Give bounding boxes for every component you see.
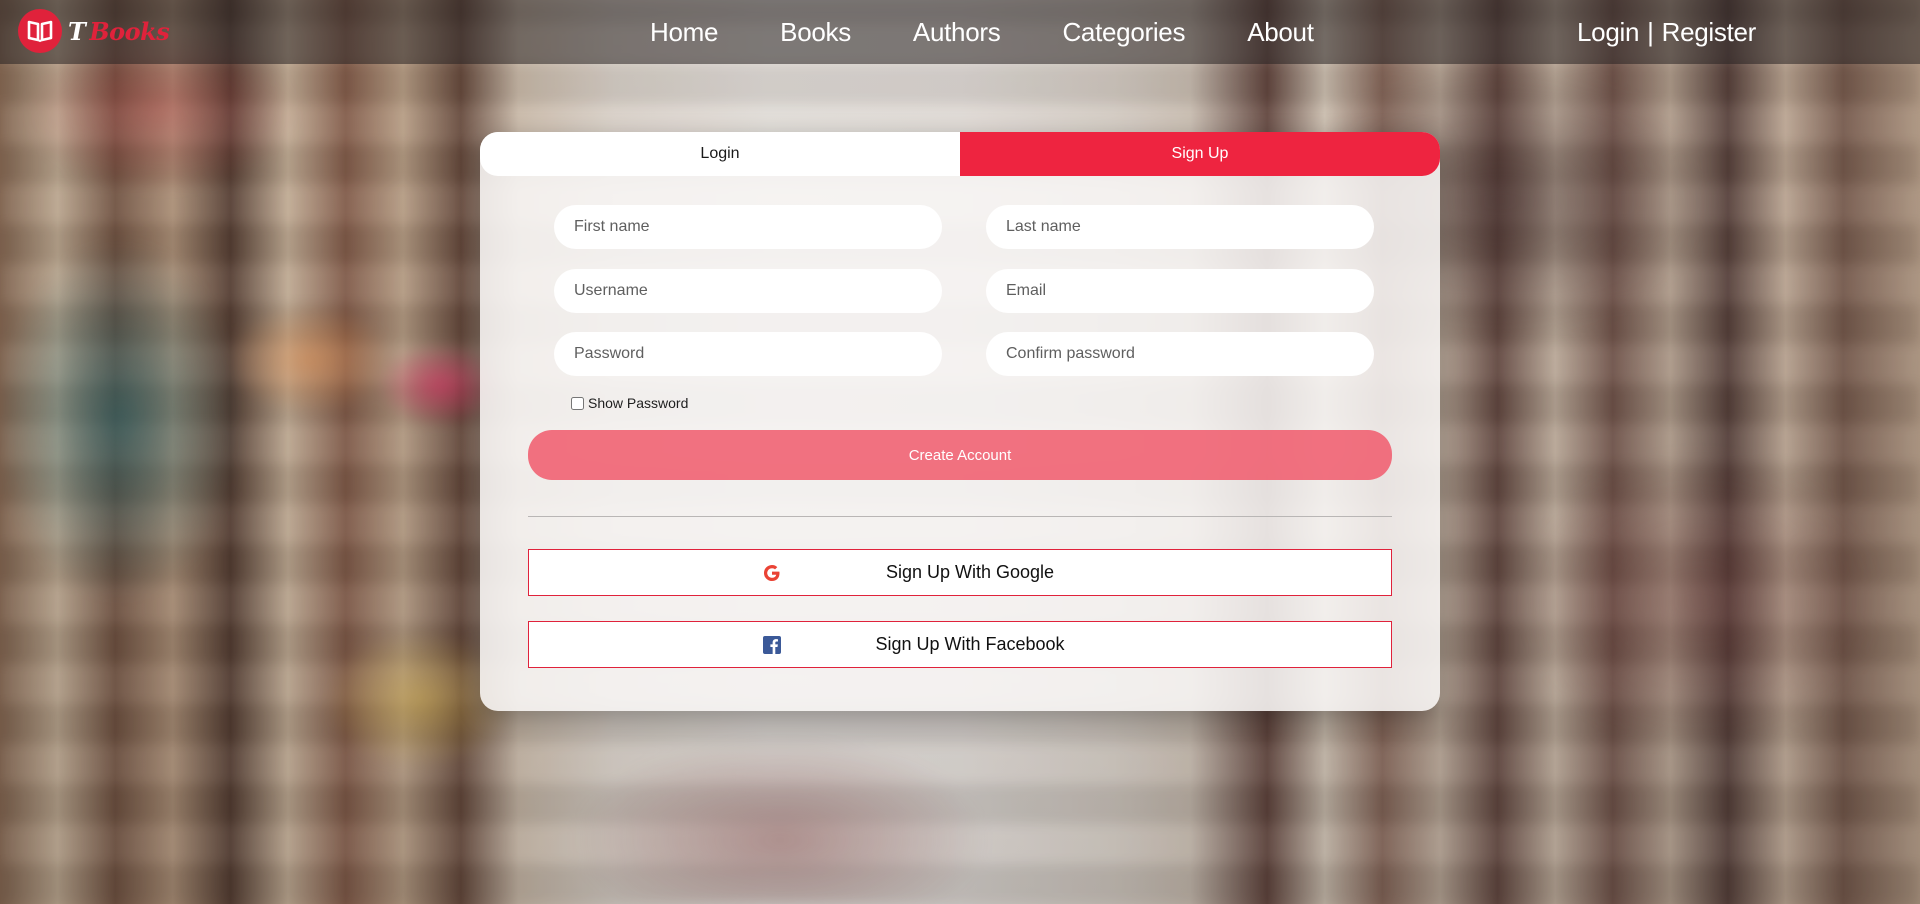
email-input[interactable] [986,269,1374,313]
brand-name: T Books [68,16,170,46]
create-account-button[interactable]: Create Account [528,430,1392,480]
login-link[interactable]: Login [1577,17,1639,48]
google-signup-label: Sign Up With Google [885,562,1055,582]
google-signup-button[interactable]: Sign Up With Google [528,549,1392,596]
nav-books[interactable]: Books [780,17,851,48]
nav-about[interactable]: About [1247,17,1314,48]
nav-categories[interactable]: Categories [1062,17,1185,48]
first-name-input[interactable] [554,205,942,249]
auth-links: Login | Register [1577,0,1756,64]
show-password-label: Show Password [588,395,689,411]
username-input[interactable] [554,269,942,313]
register-link[interactable]: Register [1662,17,1757,48]
brand-word: Books [89,16,170,46]
auth-tabs: Login Sign Up [480,132,1440,176]
password-input[interactable] [554,332,942,376]
show-password-toggle[interactable]: Show Password [571,395,688,411]
signup-card: Login Sign Up Show Password Create Accou… [480,132,1440,711]
nav-authors[interactable]: Authors [913,17,1001,48]
tab-signup[interactable]: Sign Up [960,132,1440,176]
facebook-signup-label: Sign Up With Facebook [875,634,1065,654]
auth-separator: | [1647,16,1654,47]
facebook-signup-button[interactable]: Sign Up With Facebook [528,621,1392,668]
tab-login[interactable]: Login [480,132,960,176]
show-password-checkbox[interactable] [571,396,584,410]
navbar: T Books Home Books Authors Categories Abo… [0,0,1920,64]
brand-logo[interactable]: T Books [18,8,170,54]
divider [528,516,1392,517]
last-name-input[interactable] [986,205,1374,249]
open-book-icon [18,9,62,53]
brand-prefix: T [68,16,86,46]
confirm-password-input[interactable] [986,332,1374,376]
nav-home[interactable]: Home [650,17,718,48]
main-nav: Home Books Authors Categories About [650,0,1376,64]
